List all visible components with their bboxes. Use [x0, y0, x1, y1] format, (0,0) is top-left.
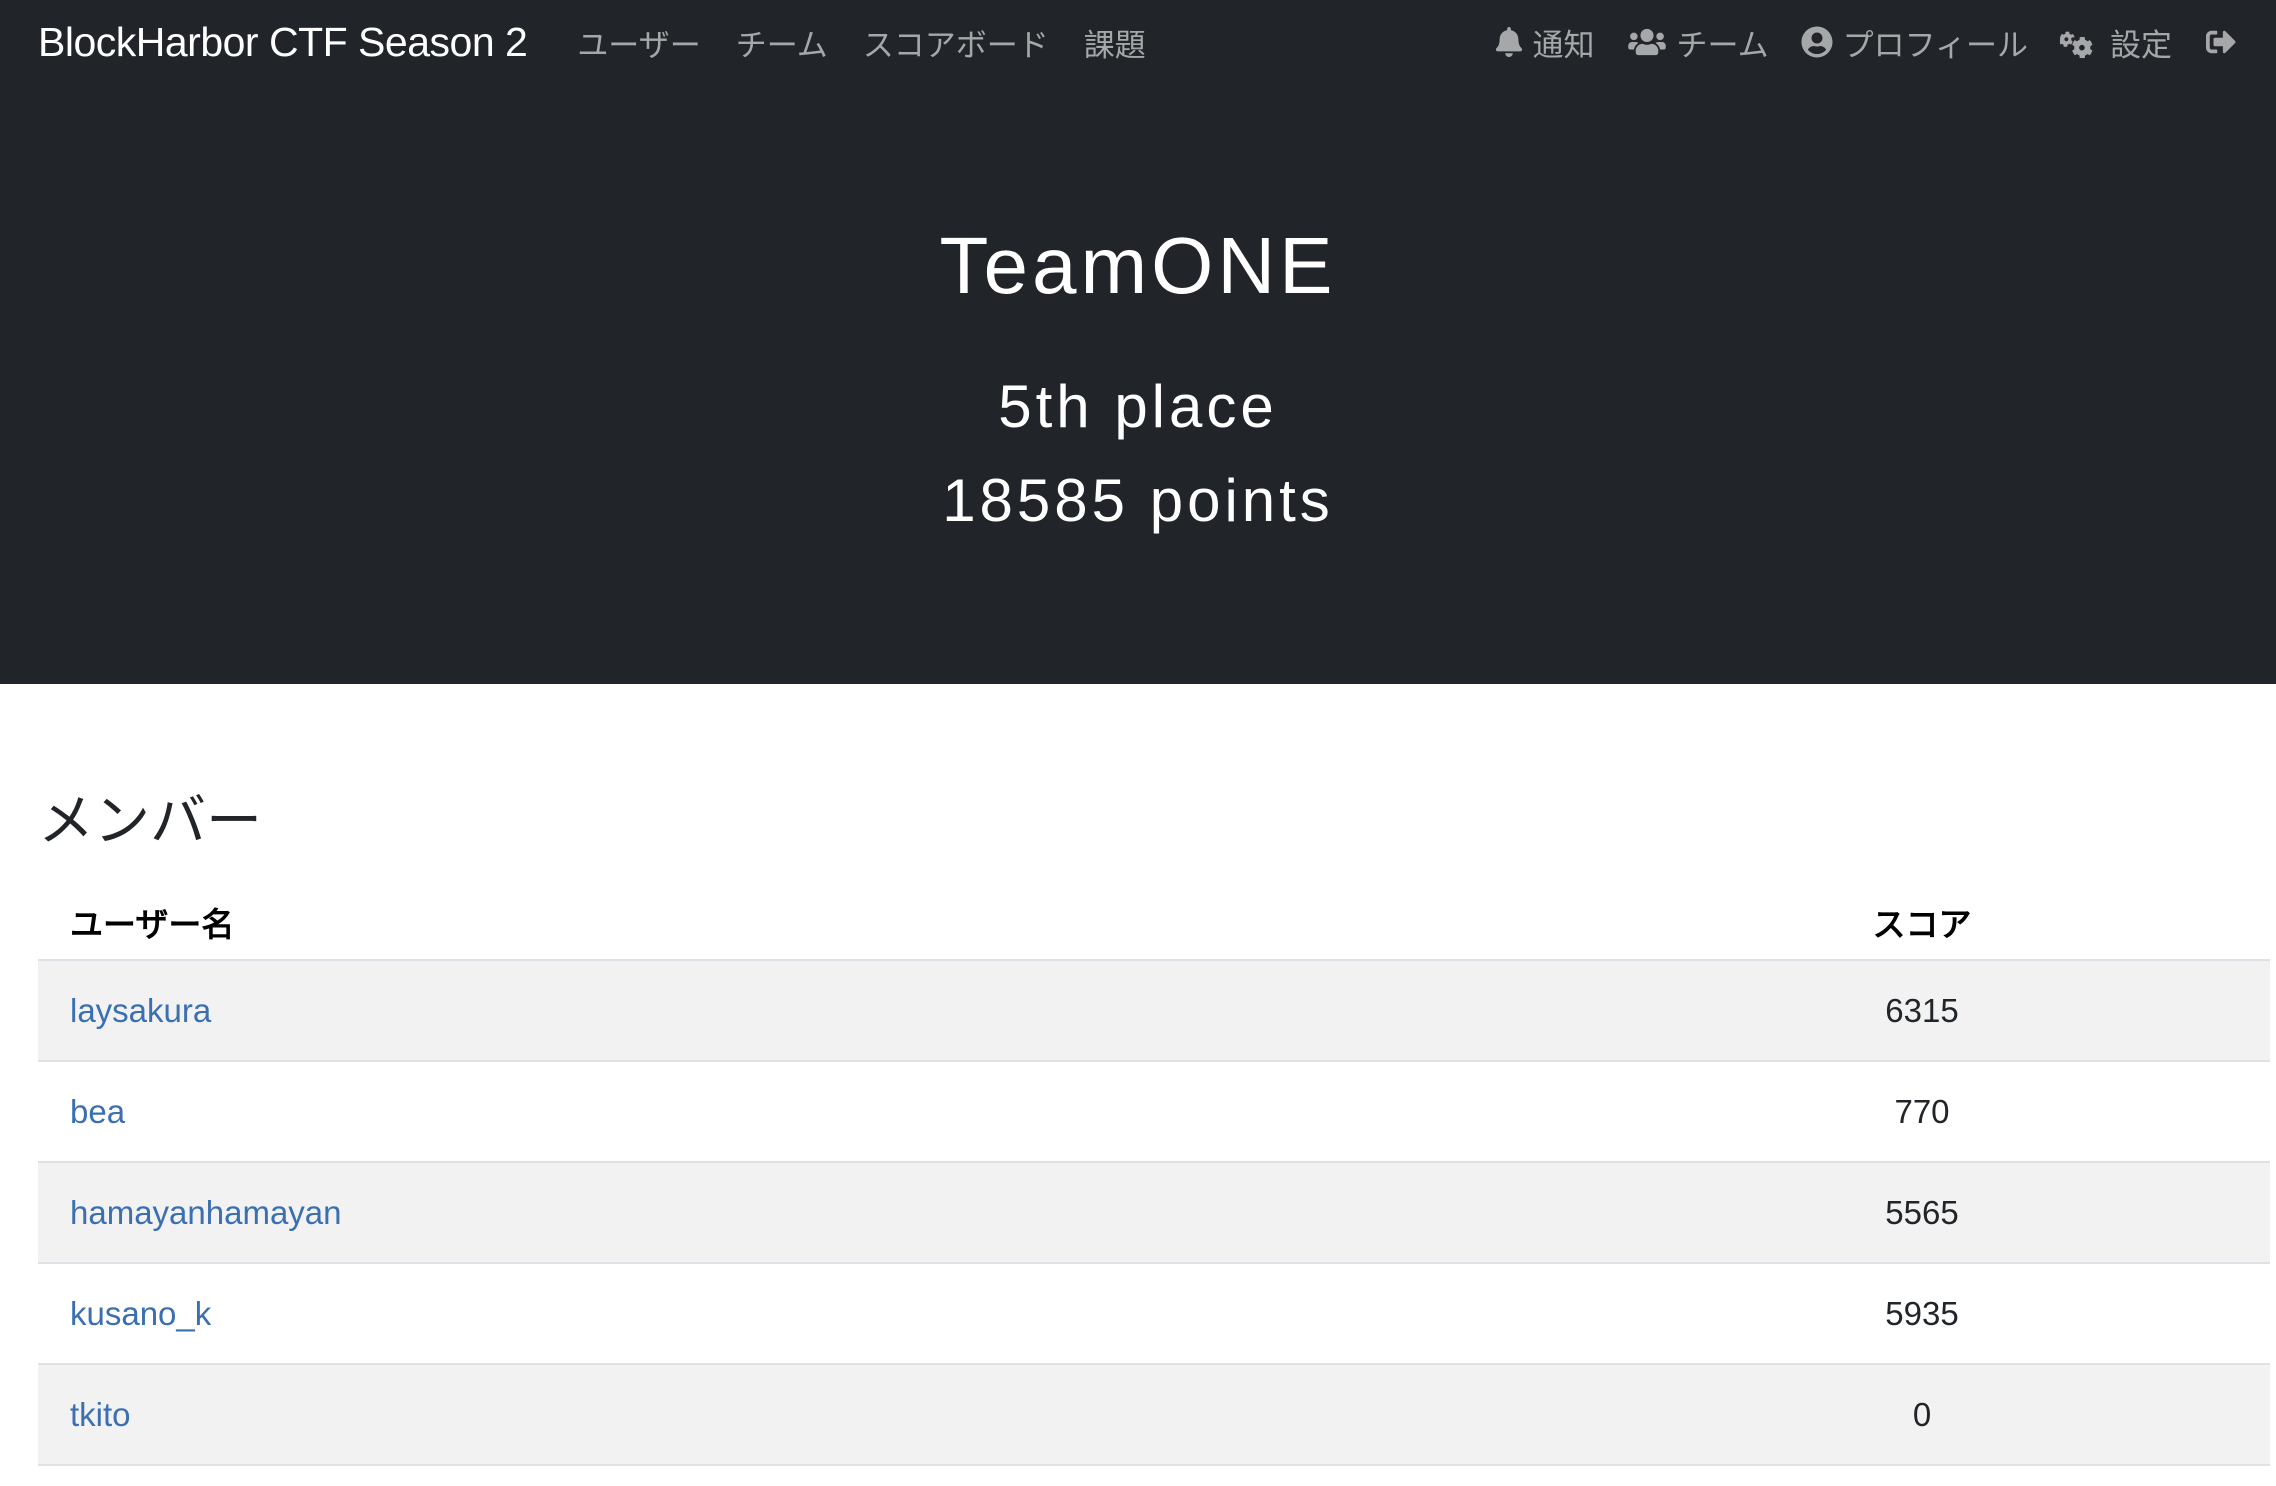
username-cell: laysakura [38, 960, 1870, 1062]
nav-left-group: ユーザー チーム スコアボード 課題 [577, 20, 1180, 65]
username-link[interactable]: kusano_k [70, 1295, 211, 1332]
column-header-score: スコア [1870, 885, 2270, 961]
username-cell: kusano_k [38, 1263, 1870, 1365]
members-table: ユーザー名 スコア laysakura 6315 bea 770 hamayan… [38, 885, 2270, 1466]
nav-link-challenges[interactable]: 課題 [1084, 20, 1146, 65]
table-row: hamayanhamayan 5565 [38, 1162, 2270, 1264]
nav-item-team[interactable]: チーム [1627, 20, 1769, 65]
nav-right-group: 通知 チーム プロフィール 設定 [1463, 20, 2238, 65]
username-link[interactable]: hamayanhamayan [70, 1194, 342, 1231]
table-row: bea 770 [38, 1061, 2270, 1163]
nav-link-users[interactable]: ユーザー [577, 20, 700, 65]
nav-item-profile[interactable]: プロフィール [1801, 20, 2028, 65]
table-row: tkito 0 [38, 1364, 2270, 1466]
nav-item-settings[interactable]: 設定 [2060, 20, 2172, 65]
members-table-header-row: ユーザー名 スコア [38, 885, 2270, 961]
table-row: laysakura 6315 [38, 960, 2270, 1062]
user-circle-icon [1801, 26, 1833, 58]
column-header-username: ユーザー名 [38, 885, 1870, 961]
username-link[interactable]: tkito [70, 1396, 131, 1433]
nav-item-settings-label: 設定 [2110, 27, 2172, 63]
top-navbar: BlockHarbor CTF Season 2 ユーザー チーム スコアボード… [0, 0, 2276, 84]
team-header: TeamONE 5th place 18585 points [0, 84, 2276, 684]
score-cell: 5935 [1870, 1263, 2270, 1365]
brand-link[interactable]: BlockHarbor CTF Season 2 [38, 19, 528, 66]
username-link[interactable]: bea [70, 1093, 125, 1130]
table-row: kusano_k 5935 [38, 1263, 2270, 1365]
logout-button[interactable] [2204, 27, 2238, 57]
nav-item-profile-label: プロフィール [1842, 27, 2028, 63]
username-cell: bea [38, 1061, 1870, 1163]
members-table-head: ユーザー名 スコア [38, 885, 2270, 961]
score-cell: 770 [1870, 1061, 2270, 1163]
nav-item-team-label: チーム [1676, 27, 1769, 63]
nav-item-notifications-label: 通知 [1532, 27, 1595, 63]
members-heading: メンバー [38, 789, 262, 852]
team-name: TeamONE [939, 221, 1337, 310]
cogs-icon [2060, 31, 2093, 58]
username-cell: tkito [38, 1364, 1870, 1466]
score-cell: 6315 [1870, 960, 2270, 1062]
sign-out-icon [2206, 30, 2236, 54]
score-cell: 5565 [1870, 1162, 2270, 1264]
nav-link-teams[interactable]: チーム [736, 20, 828, 65]
team-place: 5th place [998, 373, 1278, 440]
members-table-body: laysakura 6315 bea 770 hamayanhamayan 55… [38, 960, 2270, 1466]
username-cell: hamayanhamayan [38, 1162, 1870, 1264]
users-icon [1627, 28, 1666, 56]
team-points: 18585 points [942, 467, 1334, 534]
username-link[interactable]: laysakura [70, 992, 211, 1029]
nav-link-scoreboard[interactable]: スコアボード [863, 20, 1049, 65]
bell-icon [1495, 27, 1522, 57]
score-cell: 0 [1870, 1364, 2270, 1466]
nav-item-notifications[interactable]: 通知 [1495, 20, 1595, 65]
